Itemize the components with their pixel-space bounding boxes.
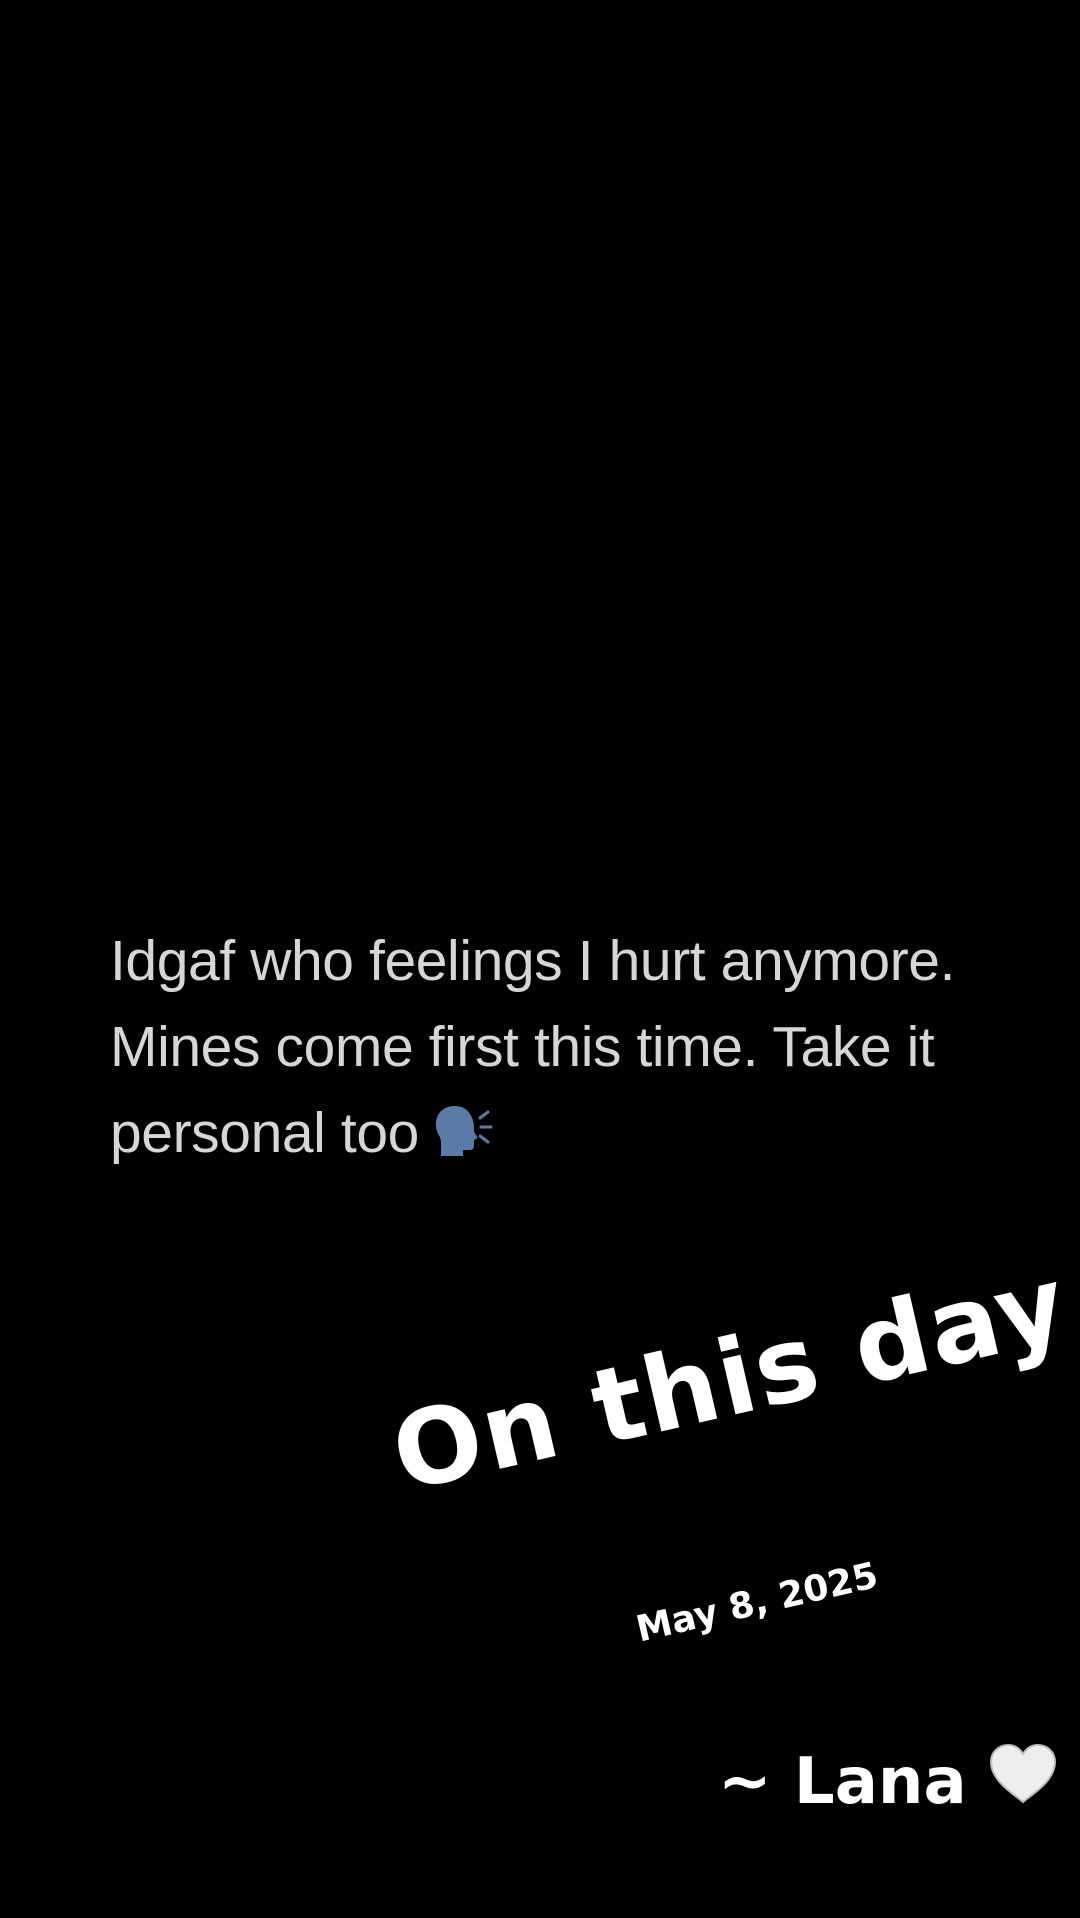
white-heart-icon	[987, 1742, 1059, 1822]
quote-line-3-wrapper: personal too	[110, 1090, 1010, 1184]
quote-line-3: personal too	[110, 1101, 419, 1165]
quote-text: Idgaf who feelings I hurt anymore. Mines…	[110, 918, 1010, 1184]
story-canvas: Idgaf who feelings I hurt anymore. Mines…	[0, 0, 1080, 1918]
quote-line-2: Mines come first this time. Take it	[110, 1015, 935, 1079]
memory-date: May 8, 2025	[632, 1555, 882, 1651]
speaking-head-icon	[433, 1098, 493, 1184]
signature: ~ Lana	[718, 1742, 1059, 1822]
signature-text: ~ Lana	[718, 1745, 967, 1819]
on-this-day-sticker: On this day	[381, 1241, 1079, 1516]
quote-line-1: Idgaf who feelings I hurt anymore.	[110, 929, 956, 993]
